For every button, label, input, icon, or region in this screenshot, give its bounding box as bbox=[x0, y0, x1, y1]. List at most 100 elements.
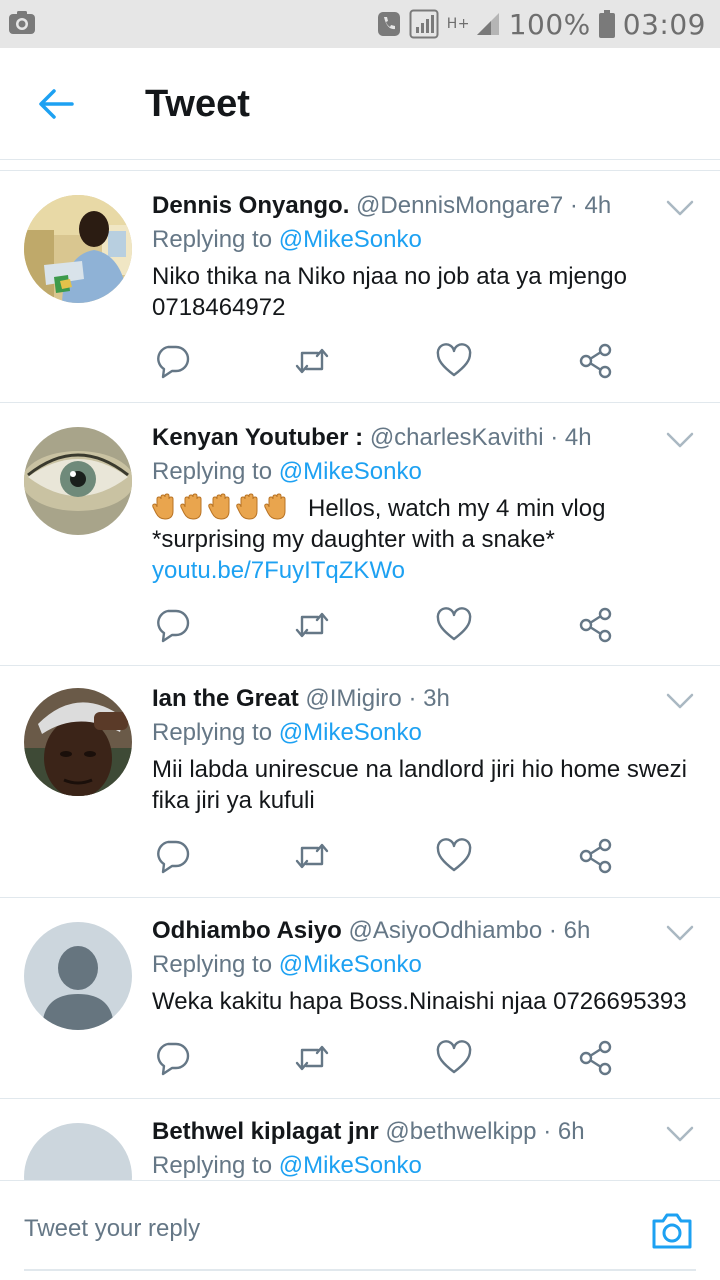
tweet-time: 3h bbox=[423, 685, 450, 712]
retweet-icon[interactable] bbox=[294, 343, 330, 379]
battery-percent: 100% bbox=[508, 7, 591, 41]
display-name[interactable]: Dennis Onyango. bbox=[152, 192, 349, 219]
user-handle[interactable]: @bethwelkipp bbox=[385, 1118, 536, 1145]
tweet-text: Mii labda unirescue na landlord jiri hio… bbox=[152, 754, 696, 816]
tweet-text-line: *surprising my daughter with a snake* bbox=[152, 526, 555, 553]
chevron-down-icon[interactable] bbox=[666, 692, 694, 710]
chevron-down-icon[interactable] bbox=[666, 924, 694, 942]
retweet-icon[interactable] bbox=[294, 607, 330, 643]
chevron-down-icon[interactable] bbox=[666, 1125, 694, 1143]
avatar[interactable] bbox=[24, 688, 132, 796]
like-icon[interactable] bbox=[436, 838, 472, 874]
tweet-text: Hellos, watch my 4 min vlog *surprising … bbox=[152, 493, 696, 586]
tweet-time: 4h bbox=[584, 192, 612, 219]
reply-target-link[interactable]: @MikeSonko bbox=[279, 226, 422, 253]
tweet-text-line: fika jiri ya kufuli bbox=[152, 787, 315, 814]
retweet-icon[interactable] bbox=[294, 1040, 330, 1076]
camera-icon[interactable] bbox=[650, 1211, 694, 1251]
avatar[interactable] bbox=[24, 195, 132, 303]
tweet-header: Odhiambo Asiyo @AsiyoOdhiambo · 6h bbox=[152, 914, 696, 948]
tweet-text-line: 0718464972 bbox=[152, 294, 286, 321]
clock: 03:09 bbox=[622, 7, 706, 41]
replying-to: Replying to @MikeSonko bbox=[152, 948, 696, 982]
status-bar: H+ 100% 03:09 bbox=[0, 0, 720, 48]
back-arrow-icon[interactable] bbox=[36, 84, 76, 124]
reply-icon[interactable] bbox=[154, 838, 190, 874]
share-icon[interactable] bbox=[578, 838, 614, 874]
tweet-actions bbox=[154, 1040, 624, 1080]
top-app-bar: Tweet bbox=[0, 48, 720, 160]
page-title: Tweet bbox=[145, 83, 250, 125]
tweet-text: Niko thika na Niko njaa no job ata ya mj… bbox=[152, 261, 696, 323]
tweet-item[interactable]: Ian the Great @IMigiro · 3h Replying to … bbox=[0, 666, 720, 898]
like-icon[interactable] bbox=[436, 343, 472, 379]
display-name[interactable]: Bethwel kiplagat jnr bbox=[152, 1118, 379, 1145]
replying-to: Replying to @MikeSonko bbox=[152, 455, 696, 489]
tweet-text: Weka kakitu hapa Boss.Ninaishi njaa 0726… bbox=[152, 986, 696, 1017]
replying-to: Replying to @MikeSonko bbox=[152, 223, 696, 257]
tweet-header: Ian the Great @IMigiro · 3h bbox=[152, 682, 696, 716]
tweet-header: Dennis Onyango. @DennisMongare7 · 4h bbox=[152, 189, 696, 223]
tweet-item[interactable]: Kenyan Youtuber : @charlesKavithi · 4h R… bbox=[0, 403, 720, 666]
replying-to-label: Replying to bbox=[152, 1152, 273, 1179]
reply-target-link[interactable]: @MikeSonko bbox=[279, 1152, 422, 1179]
tweet-header: Kenyan Youtuber : @charlesKavithi · 4h bbox=[152, 421, 696, 455]
reply-icon[interactable] bbox=[154, 607, 190, 643]
replying-to: Replying to @MikeSonko bbox=[152, 1149, 696, 1183]
chevron-down-icon[interactable] bbox=[666, 199, 694, 217]
separator-dot: · bbox=[569, 192, 578, 219]
share-icon[interactable] bbox=[578, 607, 614, 643]
default-avatar-icon bbox=[24, 922, 132, 1030]
signal-icon bbox=[476, 13, 499, 35]
raised-hand-emoji-icons bbox=[152, 493, 292, 524]
reply-target-link[interactable]: @MikeSonko bbox=[279, 458, 422, 485]
tweet-text-line: Niko thika na Niko njaa no job ata ya mj… bbox=[152, 263, 627, 290]
separator-dot: · bbox=[408, 685, 417, 712]
display-name[interactable]: Ian the Great bbox=[152, 685, 299, 712]
display-name[interactable]: Odhiambo Asiyo bbox=[152, 917, 342, 944]
avatar-photo bbox=[24, 688, 132, 796]
tweet-item[interactable]: Odhiambo Asiyo @AsiyoOdhiambo · 6h Reply… bbox=[0, 898, 720, 1099]
separator-dot: · bbox=[548, 917, 557, 944]
avatar[interactable] bbox=[24, 427, 132, 535]
like-icon[interactable] bbox=[436, 1040, 472, 1076]
share-icon[interactable] bbox=[578, 343, 614, 379]
user-handle[interactable]: @AsiyoOdhiambo bbox=[348, 917, 542, 944]
reply-composer-bar: Tweet your reply bbox=[0, 1180, 720, 1280]
chevron-down-icon[interactable] bbox=[666, 431, 694, 449]
tweet-header: Bethwel kiplagat jnr @bethwelkipp · 6h bbox=[152, 1115, 696, 1149]
display-name[interactable]: Kenyan Youtuber : bbox=[152, 424, 363, 451]
replying-to-label: Replying to bbox=[152, 226, 273, 253]
tweet-text-line: Weka kakitu hapa Boss.Ninaishi njaa 0726… bbox=[152, 988, 687, 1015]
reply-target-link[interactable]: @MikeSonko bbox=[279, 951, 422, 978]
tweet-item[interactable]: Dennis Onyango. @DennisMongare7 · 4h Rep… bbox=[0, 171, 720, 403]
user-handle[interactable]: @IMigiro bbox=[305, 685, 401, 712]
share-icon[interactable] bbox=[578, 1040, 614, 1076]
user-handle[interactable]: @charlesKavithi bbox=[370, 424, 544, 451]
avatar[interactable] bbox=[24, 922, 132, 1030]
network-type: H+ bbox=[446, 16, 470, 32]
user-handle[interactable]: @DennisMongare7 bbox=[356, 192, 563, 219]
phone-icon bbox=[377, 12, 400, 36]
replies-feed: Dennis Onyango. @DennisMongare7 · 4h Rep… bbox=[0, 170, 720, 1219]
tweet-time: 6h bbox=[557, 1118, 585, 1145]
separator-dot: · bbox=[543, 1118, 552, 1145]
tweet-link[interactable]: youtu.be/7FuyITqZKWo bbox=[152, 555, 696, 586]
reply-target-link[interactable]: @MikeSonko bbox=[279, 719, 422, 746]
replying-to-label: Replying to bbox=[152, 719, 273, 746]
reply-icon[interactable] bbox=[154, 343, 190, 379]
reply-input-underline bbox=[24, 1269, 696, 1271]
reply-icon[interactable] bbox=[154, 1040, 190, 1076]
retweet-icon[interactable] bbox=[294, 838, 330, 874]
tweet-actions bbox=[154, 607, 624, 647]
tweet-time: 6h bbox=[563, 917, 591, 944]
reply-input[interactable]: Tweet your reply bbox=[24, 1215, 200, 1243]
avatar-photo bbox=[24, 195, 132, 303]
tweet-text-line: Mii labda unirescue na landlord jiri hio… bbox=[152, 756, 687, 783]
avatar-photo bbox=[24, 427, 132, 535]
like-icon[interactable] bbox=[436, 607, 472, 643]
tweet-text-segment: Hellos, watch my 4 min vlog bbox=[308, 495, 606, 522]
tweet-text-line: Hellos, watch my 4 min vlog bbox=[152, 493, 696, 524]
replying-to-label: Replying to bbox=[152, 458, 273, 485]
replying-to-label: Replying to bbox=[152, 951, 273, 978]
